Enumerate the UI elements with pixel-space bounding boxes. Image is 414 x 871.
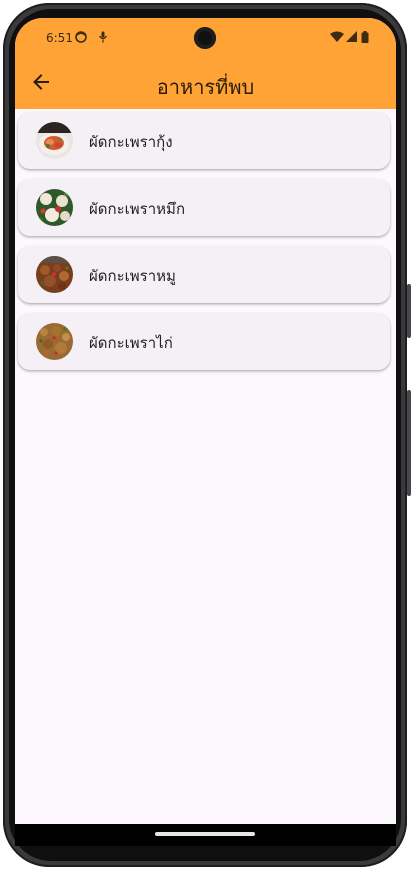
mic-icon [98,31,108,43]
battery-icon [361,31,369,43]
gesture-nav-bar [15,824,396,846]
cell-signal-icon [346,31,357,42]
shrimp-dish-photo [36,122,73,159]
squid-dish-photo [36,189,73,226]
dish-name: ผัดกะเพรากุ้ง [89,133,173,151]
chicken-dish-photo [36,323,73,360]
front-camera [194,27,216,49]
power-button [407,284,411,338]
dish-name: ผัดกะเพราหมู [89,267,176,285]
page-title: อาหารที่พบ [156,75,255,99]
list-item[interactable]: ผัดกะเพรากุ้ง [18,112,390,169]
app-bar: 6:51 อาหารที่พบ [15,18,396,109]
face-icon [75,31,87,43]
screen: 6:51 อาหารที่พบ ผัดกะเพรากุ้ง ผัดกะเพราห… [15,18,396,824]
list-item[interactable]: ผัดกะเพราหมู [18,246,390,303]
list-item[interactable]: ผัดกะเพราไก่ [18,313,390,370]
pork-dish-photo [36,256,73,293]
dish-name: ผัดกะเพราหมึก [89,200,186,218]
dish-name: ผัดกะเพราไก่ [89,334,173,352]
wifi-icon [330,31,344,42]
list-item[interactable]: ผัดกะเพราหมึก [18,179,390,236]
home-indicator[interactable] [155,832,255,836]
status-time: 6:51 [46,31,73,45]
volume-button [407,390,411,496]
